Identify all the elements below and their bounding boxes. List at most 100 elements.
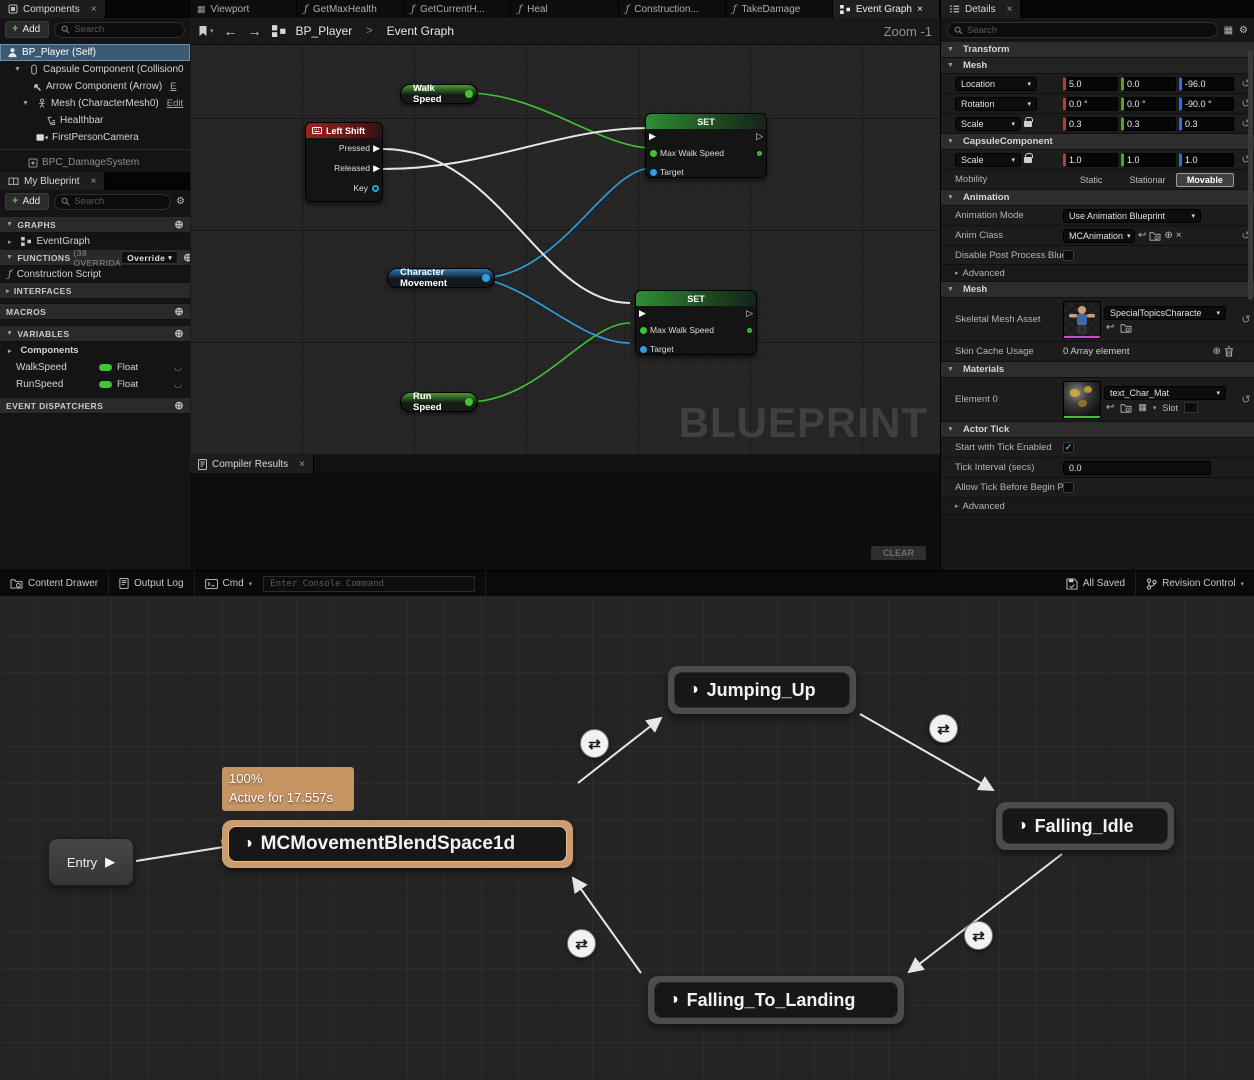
tab-heal[interactable]: ƒ Heal <box>511 0 618 18</box>
transform-section-header[interactable]: ▼ Transform <box>941 42 1254 58</box>
skeletal-mesh-dropdown[interactable]: SpecialTopicsCharacte▾ <box>1104 306 1226 320</box>
component-row-arrow[interactable]: Arrow Component (Arrow) E <box>0 78 190 95</box>
variable-row-walkspeed[interactable]: WalkSpeed Float ◡ <box>0 359 190 376</box>
output-pin[interactable] <box>747 328 752 333</box>
component-row-capsule[interactable]: ▼ Capsule Component (Collision0 <box>0 61 190 78</box>
browse-icon[interactable] <box>1120 403 1132 413</box>
pin-row-target[interactable]: Target <box>636 340 756 358</box>
material-thumbnail[interactable] <box>1063 381 1101 419</box>
actor-tick-section-header[interactable]: ▼ Actor Tick <box>941 422 1254 438</box>
add-blueprint-item-button[interactable]: + Add <box>5 193 49 210</box>
component-row-camera[interactable]: FirstPersonCamera <box>0 129 190 146</box>
pin-row-released[interactable]: Released ▶ <box>306 158 382 178</box>
exec-out-pin[interactable]: ▷ <box>756 131 763 142</box>
node-walk-speed[interactable]: Walk Speed <box>400 84 478 104</box>
variables-components-group[interactable]: ▸ Components <box>0 342 190 359</box>
exec-pin[interactable]: ▶ <box>373 143 380 154</box>
close-icon[interactable]: × <box>1007 4 1013 15</box>
close-icon[interactable]: × <box>91 4 97 15</box>
node-set-run[interactable]: SET ▶ ▷ Max Walk Speed Target <box>635 290 757 355</box>
capsule-scale-z-field[interactable]: 1.0 <box>1179 153 1234 167</box>
use-selected-icon[interactable]: ↩ <box>1106 402 1114 413</box>
search-input[interactable] <box>967 25 1211 36</box>
graphs-header[interactable]: ▼ GRAPHS ⊕ <box>0 217 190 233</box>
tab-construction[interactable]: ƒ Construction... <box>619 0 726 18</box>
target-pin[interactable] <box>640 346 647 353</box>
close-icon[interactable]: × <box>91 176 97 187</box>
transition-rule-icon[interactable]: ⇄ <box>964 921 993 950</box>
tab-getcurrenthealth[interactable]: ƒ GetCurrentH... <box>404 0 511 18</box>
mesh-section-header[interactable]: ▼ Mesh <box>941 282 1254 298</box>
details-search[interactable] <box>947 22 1218 38</box>
output-pin[interactable] <box>482 274 490 282</box>
rotation-z-field[interactable]: -90.0 ° <box>1179 97 1234 111</box>
search-input[interactable] <box>74 196 164 207</box>
slot-box[interactable] <box>1184 402 1198 413</box>
checker-icon[interactable]: ▦ <box>1138 402 1147 413</box>
location-z-field[interactable]: -96.0 <box>1179 77 1234 91</box>
add-element-icon[interactable]: ⊕ <box>1213 346 1221 357</box>
scale-z-field[interactable]: 0.3 <box>1179 117 1234 131</box>
tab-event-graph[interactable]: Event Graph × <box>833 0 940 18</box>
tick-advanced-row[interactable]: ▸ Advanced <box>941 498 1254 515</box>
output-pin[interactable] <box>465 90 473 98</box>
scale-x-field[interactable]: 0.3 <box>1063 117 1118 131</box>
use-selected-icon[interactable]: ↩ <box>1106 322 1114 333</box>
pin-row-max-walk-speed[interactable]: Max Walk Speed <box>636 320 756 340</box>
anim-class-dropdown[interactable]: MCAnimation▾ <box>1063 229 1135 243</box>
tab-my-blueprint[interactable]: My Blueprint × <box>0 172 105 190</box>
tab-compiler-results[interactable]: Compiler Results × <box>190 455 314 473</box>
entry-node[interactable]: Entry ▶ <box>48 838 134 886</box>
edit-link[interactable]: E <box>170 81 176 92</box>
capsule-scale-dropdown[interactable]: Scale▾ <box>955 153 1021 167</box>
node-left-shift[interactable]: Left Shift Pressed ▶ Released ▶ Key <box>305 122 383 202</box>
display-filter-icon[interactable]: ▦ <box>1224 25 1233 36</box>
material-dropdown[interactable]: text_Char_Mat▾ <box>1104 386 1226 400</box>
gear-icon[interactable]: ⚙ <box>176 196 185 207</box>
details-scrollbar[interactable] <box>1248 50 1253 300</box>
mobility-movable-button[interactable]: Movable <box>1176 173 1234 187</box>
cmd-dropdown[interactable]: Cmd ▾ <box>195 571 487 596</box>
construction-script-item[interactable]: ƒ Construction Script <box>0 266 190 283</box>
skeletal-mesh-thumbnail[interactable] <box>1063 301 1101 339</box>
bookmark-icon[interactable]: ▾ <box>198 25 214 37</box>
materials-section-header[interactable]: ▼ Materials <box>941 362 1254 378</box>
clear-icon[interactable]: × <box>1176 230 1182 241</box>
rotation-dropdown[interactable]: Rotation▾ <box>955 97 1037 111</box>
component-row-mesh[interactable]: ▼ Mesh (CharacterMesh0) Edit <box>0 95 190 112</box>
anim-state-machine-canvas[interactable]: 100% Active for 17.557s Entry ▶ ◑ MCMove… <box>0 596 1254 1080</box>
exec-in-pin[interactable]: ▶ <box>639 308 646 319</box>
lock-icon[interactable] <box>1024 121 1032 127</box>
state-node-jumping-up[interactable]: ◑ Jumping_Up <box>668 666 856 714</box>
add-graph-icon[interactable]: ⊕ <box>174 218 184 231</box>
override-dropdown[interactable]: Override ▾ <box>121 251 178 264</box>
start-tick-checkbox[interactable]: ✓ <box>1063 442 1074 453</box>
tab-takedamage[interactable]: ƒ TakeDamage <box>726 0 833 18</box>
location-y-field[interactable]: 0.0 <box>1121 77 1176 91</box>
my-blueprint-search[interactable] <box>54 194 171 210</box>
console-command-input[interactable] <box>263 576 475 592</box>
output-pin[interactable] <box>465 398 473 406</box>
tab-components[interactable]: Components × <box>0 0 106 18</box>
use-selected-icon[interactable]: ↩ <box>1138 230 1146 241</box>
add-component-button[interactable]: + Add <box>5 21 49 38</box>
component-row-bp-player[interactable]: BP_Player (Self) <box>0 44 190 61</box>
event-dispatchers-header[interactable]: EVENT DISPATCHERS ⊕ <box>0 398 190 414</box>
location-x-field[interactable]: 5.0 <box>1063 77 1118 91</box>
transition-rule-icon[interactable]: ⇄ <box>580 729 609 758</box>
revision-control-button[interactable]: Revision Control ▾ <box>1136 571 1254 596</box>
key-pin[interactable] <box>372 185 379 192</box>
reset-icon[interactable]: ↺ <box>1238 313 1254 326</box>
reset-icon[interactable]: ↺ <box>1238 393 1254 406</box>
tab-viewport[interactable]: ▦ Viewport <box>190 0 297 18</box>
target-pin[interactable] <box>650 169 657 176</box>
event-graph-canvas[interactable]: Walk Speed Left Shift Pressed ▶ Released… <box>190 45 940 455</box>
pin-row-key[interactable]: Key <box>306 178 382 198</box>
output-log-button[interactable]: Output Log <box>109 571 194 596</box>
expand-caret-icon[interactable]: ▼ <box>22 100 29 107</box>
interfaces-header[interactable]: ▸ INTERFACES <box>0 283 190 299</box>
animation-advanced-row[interactable]: ▸ Advanced <box>941 265 1254 282</box>
mesh-subsection-header[interactable]: ▼ Mesh <box>941 58 1254 74</box>
mobility-static-button[interactable]: Static <box>1063 174 1119 186</box>
location-dropdown[interactable]: Location▾ <box>955 77 1037 91</box>
